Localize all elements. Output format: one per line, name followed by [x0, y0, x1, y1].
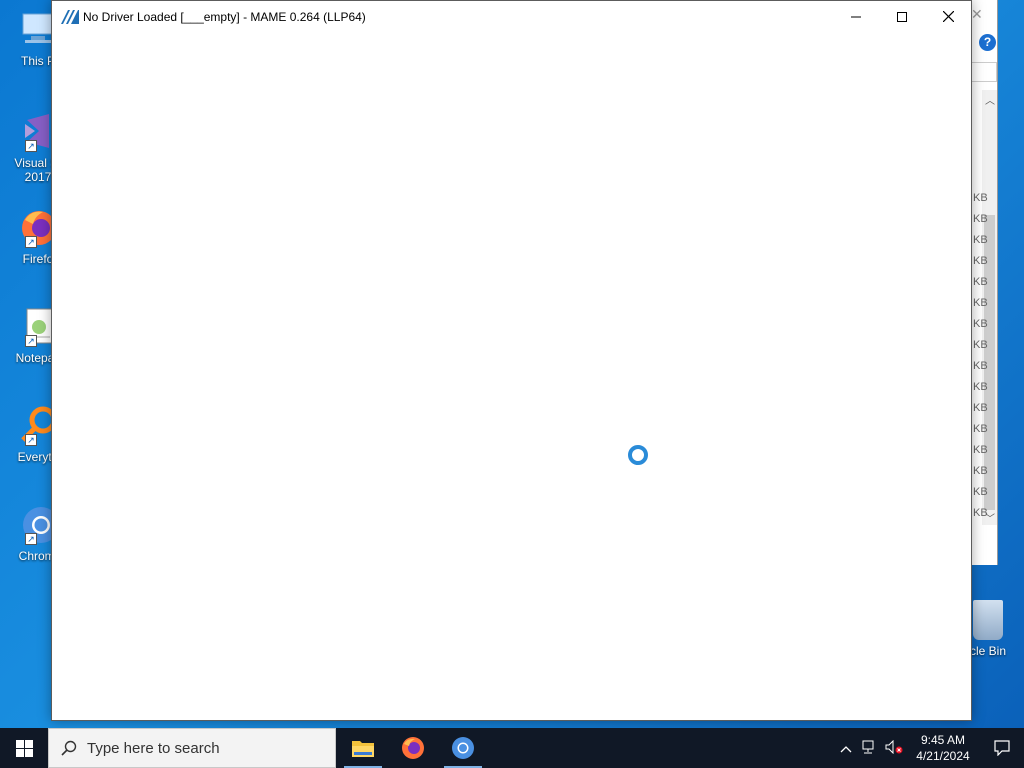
- system-tray: 9:45 AM 4/21/2024: [834, 728, 1024, 768]
- loading-cursor-icon: [628, 445, 648, 465]
- folder-icon: [352, 741, 374, 757]
- shortcut-arrow-icon: ↗: [25, 434, 37, 446]
- taskbar-clock[interactable]: 9:45 AM 4/21/2024: [906, 732, 980, 764]
- notification-icon: [994, 740, 1010, 756]
- network-icon[interactable]: [858, 740, 882, 757]
- shortcut-arrow-icon: ↗: [25, 533, 37, 545]
- maximize-button[interactable]: [879, 1, 925, 32]
- file-size-unit: KB: [973, 465, 988, 477]
- volume-muted-icon[interactable]: [882, 739, 906, 757]
- help-icon[interactable]: ?: [979, 34, 996, 51]
- taskbar-file-explorer[interactable]: [338, 728, 388, 768]
- file-size-unit: KB: [973, 318, 988, 330]
- file-size-unit: KB: [973, 360, 988, 372]
- shortcut-arrow-icon: ↗: [25, 335, 37, 347]
- file-size-unit: KB: [973, 276, 988, 288]
- shortcut-arrow-icon: ↗: [25, 140, 37, 152]
- desktop-icon-label: cle Bin: [969, 644, 1007, 658]
- file-size-unit: KB: [973, 255, 988, 267]
- chromium-icon: [452, 737, 474, 759]
- file-size-unit: KB: [973, 402, 988, 414]
- search-box[interactable]: [971, 62, 997, 82]
- search-placeholder: Type here to search: [87, 739, 220, 757]
- file-size-unit: KB: [973, 507, 988, 519]
- taskbar: Type here to search 9:45 AM 4/21/2024: [0, 728, 1024, 768]
- search-icon: [61, 740, 77, 756]
- file-size-unit: KB: [973, 297, 988, 309]
- notification-center-button[interactable]: [980, 740, 1024, 756]
- chevron-up-icon[interactable]: ︿: [985, 92, 995, 107]
- close-icon[interactable]: ✕: [971, 6, 983, 23]
- start-button[interactable]: [0, 728, 48, 768]
- file-size-unit: KB: [973, 213, 988, 225]
- title-bar[interactable]: No Driver Loaded [___empty] - MAME 0.264…: [52, 1, 971, 32]
- minimize-button[interactable]: [833, 1, 879, 32]
- file-size-unit: KB: [973, 234, 988, 246]
- window-title: No Driver Loaded [___empty] - MAME 0.264…: [83, 9, 366, 24]
- minimize-icon: [851, 16, 861, 17]
- file-size-unit: KB: [973, 486, 988, 498]
- chevron-up-icon[interactable]: [834, 741, 858, 756]
- taskbar-chromium[interactable]: [438, 728, 488, 768]
- close-button[interactable]: [925, 1, 971, 32]
- windows-logo-icon: [15, 739, 33, 757]
- mame-logo-icon: [61, 9, 79, 24]
- recycle-bin-icon: [973, 600, 1003, 640]
- file-size-unit: KB: [973, 423, 988, 435]
- file-size-unit: KB: [973, 444, 988, 456]
- maximize-icon: [897, 11, 907, 22]
- file-size-unit: KB: [973, 192, 988, 204]
- mame-client-area[interactable]: [52, 32, 971, 720]
- mame-window[interactable]: No Driver Loaded [___empty] - MAME 0.264…: [51, 0, 972, 721]
- firefox-icon: [402, 737, 424, 759]
- clock-time: 9:45 AM: [920, 733, 966, 747]
- file-size-unit: KB: [973, 381, 988, 393]
- taskbar-search-box[interactable]: Type here to search: [48, 728, 336, 768]
- file-size-unit: KB: [973, 339, 988, 351]
- shortcut-arrow-icon: ↗: [25, 236, 37, 248]
- taskbar-firefox[interactable]: [388, 728, 438, 768]
- close-icon: [942, 11, 954, 22]
- clock-date: 4/21/2024: [916, 749, 970, 763]
